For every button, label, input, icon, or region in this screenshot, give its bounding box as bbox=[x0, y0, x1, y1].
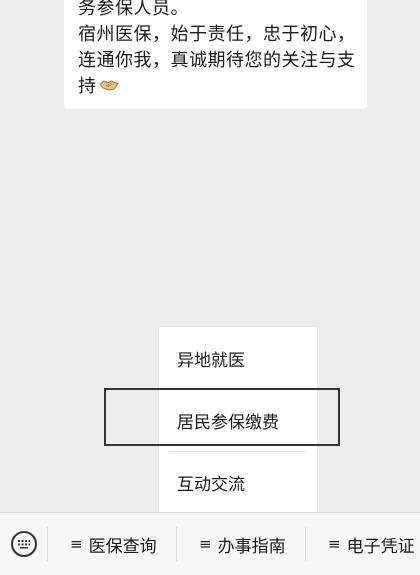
keyboard-icon-svg bbox=[17, 540, 30, 549]
handshake-icon bbox=[98, 74, 119, 100]
menu-item-service-guide[interactable]: ≡ 办事指南 bbox=[199, 513, 286, 575]
message-line-text: 持 bbox=[78, 76, 97, 97]
message-line: 务参保人员。 bbox=[78, 0, 189, 19]
menu-item-label: 办事指南 bbox=[217, 536, 286, 557]
submenu-item-label: 居民参保缴费 bbox=[177, 412, 279, 433]
menu-icon: ≡ bbox=[199, 535, 212, 553]
submenu-item-remote-medical[interactable]: 异地就医 bbox=[159, 327, 317, 389]
menu-divider bbox=[305, 527, 306, 561]
menu-divider bbox=[176, 527, 177, 561]
menu-item-insurance-query[interactable]: ≡ 医保查询 bbox=[70, 513, 157, 575]
message-line: 连通你我，真诚期待您的关注与支 bbox=[78, 50, 356, 71]
menu-icon: ≡ bbox=[70, 535, 83, 553]
menu-icon: ≡ bbox=[328, 535, 341, 553]
bottom-menu-bar: ≡ 医保查询 ≡ 办事指南 ≡ 电子凭证 bbox=[0, 512, 420, 575]
handshake-icon-svg bbox=[98, 80, 119, 91]
menu-item-label: 医保查询 bbox=[88, 536, 157, 557]
submenu-item-label: 互动交流 bbox=[177, 474, 245, 495]
message-line: 宿州医保，始于责任，忠于初心， bbox=[78, 24, 356, 45]
message-line: 持 bbox=[78, 74, 355, 100]
menu-item-electronic-voucher[interactable]: ≡ 电子凭证 bbox=[328, 513, 415, 575]
chat-message-bubble: 务参保人员。 宿州医保，始于责任，忠于初心， 连通你我，真诚期待您的关注与支 持 bbox=[64, 0, 367, 109]
submenu-item-label: 异地就医 bbox=[177, 350, 245, 371]
menu-item-label: 电子凭证 bbox=[346, 536, 415, 557]
keyboard-icon bbox=[10, 531, 37, 557]
submenu-item-resident-insurance-payment[interactable]: 居民参保缴费 bbox=[159, 389, 317, 451]
submenu-item-interaction[interactable]: 互动交流 bbox=[159, 451, 317, 513]
menu-divider bbox=[47, 527, 48, 561]
submenu-popup: 异地就医 居民参保缴费 互动交流 bbox=[159, 327, 317, 512]
keyboard-toggle-button[interactable] bbox=[0, 513, 47, 575]
